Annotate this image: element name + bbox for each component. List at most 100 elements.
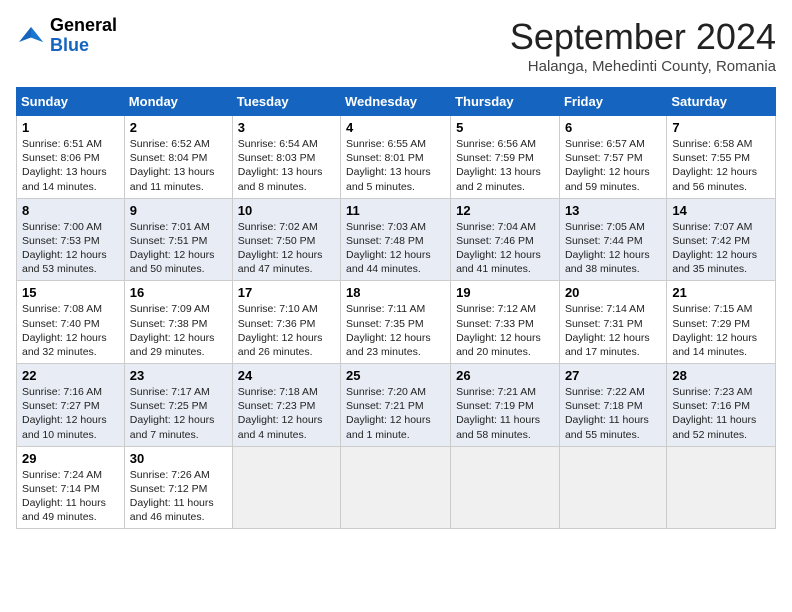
day-info: Sunrise: 7:26 AMSunset: 7:12 PMDaylight:… (130, 469, 214, 524)
calendar-cell: 18 Sunrise: 7:11 AMSunset: 7:35 PMDayligh… (341, 281, 451, 364)
calendar-cell: 24 Sunrise: 7:18 AMSunset: 7:23 PMDayligh… (232, 364, 340, 447)
page-header: General Blue September 2024 Halanga, Meh… (16, 16, 776, 75)
day-info: Sunrise: 7:10 AMSunset: 7:36 PMDaylight:… (238, 303, 323, 358)
day-info: Sunrise: 7:08 AMSunset: 7:40 PMDaylight:… (22, 303, 107, 358)
day-number: 10 (238, 203, 335, 218)
calendar-cell (667, 446, 776, 529)
calendar-cell: 20Sunrise: 7:14 AMSunset: 7:31 PMDayligh… (559, 281, 666, 364)
day-number: 15 (22, 285, 119, 300)
calendar-cell: 28Sunrise: 7:23 AMSunset: 7:16 PMDayligh… (667, 364, 776, 447)
day-info: Sunrise: 6:54 AMSunset: 8:03 PMDaylight:… (238, 138, 323, 193)
weekday-header-friday: Friday (559, 88, 666, 116)
day-info: Sunrise: 7:24 AMSunset: 7:14 PMDaylight:… (22, 469, 106, 524)
day-info: Sunrise: 7:11 AMSunset: 7:35 PMDaylight:… (346, 303, 431, 358)
day-info: Sunrise: 6:57 AMSunset: 7:57 PMDaylight:… (565, 138, 650, 193)
day-number: 26 (456, 368, 554, 383)
calendar-cell: 1Sunrise: 6:51 AMSunset: 8:06 PMDaylight… (17, 116, 125, 199)
day-info: Sunrise: 7:12 AMSunset: 7:33 PMDaylight:… (456, 303, 541, 358)
day-number: 30 (130, 451, 227, 466)
day-info: Sunrise: 7:22 AMSunset: 7:18 PMDaylight:… (565, 386, 649, 441)
location: Halanga, Mehedinti County, Romania (510, 58, 776, 75)
day-number: 23 (130, 368, 227, 383)
day-number: 19 (456, 285, 554, 300)
day-number: 27 (565, 368, 661, 383)
day-number: 12 (456, 203, 554, 218)
weekday-header-row: SundayMondayTuesdayWednesdayThursdayFrid… (17, 88, 776, 116)
day-number: 29 (22, 451, 119, 466)
day-info: Sunrise: 7:16 AMSunset: 7:27 PMDaylight:… (22, 386, 107, 441)
day-number: 24 (238, 368, 335, 383)
calendar-cell: 11Sunrise: 7:03 AMSunset: 7:48 PMDayligh… (341, 198, 451, 281)
calendar-cell: 14 Sunrise: 7:07 AMSunset: 7:42 PMDayligh… (667, 198, 776, 281)
calendar-cell: 22 Sunrise: 7:16 AMSunset: 7:27 PMDayligh… (17, 364, 125, 447)
day-info: Sunrise: 7:01 AMSunset: 7:51 PMDaylight:… (130, 221, 215, 276)
calendar-cell: 7 Sunrise: 6:58 AMSunset: 7:55 PMDaylight… (667, 116, 776, 199)
calendar-cell: 2Sunrise: 6:52 AMSunset: 8:04 PMDaylight… (124, 116, 232, 199)
calendar-cell: 26 Sunrise: 7:21 AMSunset: 7:19 PMDayligh… (451, 364, 560, 447)
logo-icon (16, 21, 46, 51)
logo: General Blue (16, 16, 117, 56)
day-info: Sunrise: 7:15 AMSunset: 7:29 PMDaylight:… (672, 303, 757, 358)
calendar-cell: 6 Sunrise: 6:57 AMSunset: 7:57 PMDaylight… (559, 116, 666, 199)
day-info: Sunrise: 7:20 AMSunset: 7:21 PMDaylight:… (346, 386, 431, 441)
day-info: Sunrise: 7:05 AMSunset: 7:44 PMDaylight:… (565, 221, 650, 276)
day-number: 16 (130, 285, 227, 300)
title-block: September 2024 Halanga, Mehedinti County… (510, 16, 776, 75)
day-info: Sunrise: 7:21 AMSunset: 7:19 PMDaylight:… (456, 386, 540, 441)
calendar-cell (559, 446, 666, 529)
day-info: Sunrise: 7:18 AMSunset: 7:23 PMDaylight:… (238, 386, 323, 441)
day-number: 5 (456, 120, 554, 135)
day-number: 3 (238, 120, 335, 135)
day-info: Sunrise: 6:55 AMSunset: 8:01 PMDaylight:… (346, 138, 431, 193)
day-info: Sunrise: 7:00 AMSunset: 7:53 PMDaylight:… (22, 221, 107, 276)
day-info: Sunrise: 6:52 AMSunset: 8:04 PMDaylight:… (130, 138, 215, 193)
weekday-header-monday: Monday (124, 88, 232, 116)
day-info: Sunrise: 6:56 AMSunset: 7:59 PMDaylight:… (456, 138, 541, 193)
day-info: Sunrise: 7:07 AMSunset: 7:42 PMDaylight:… (672, 221, 757, 276)
day-number: 9 (130, 203, 227, 218)
calendar-table: SundayMondayTuesdayWednesdayThursdayFrid… (16, 87, 776, 529)
month-title: September 2024 (510, 16, 776, 58)
calendar-cell: 9 Sunrise: 7:01 AMSunset: 7:51 PMDaylight… (124, 198, 232, 281)
day-number: 6 (565, 120, 661, 135)
day-number: 18 (346, 285, 445, 300)
calendar-cell: 5 Sunrise: 6:56 AMSunset: 7:59 PMDaylight… (451, 116, 560, 199)
calendar-cell: 13 Sunrise: 7:05 AMSunset: 7:44 PMDayligh… (559, 198, 666, 281)
day-number: 22 (22, 368, 119, 383)
day-number: 13 (565, 203, 661, 218)
calendar-cell (451, 446, 560, 529)
calendar-week-row: 22 Sunrise: 7:16 AMSunset: 7:27 PMDayligh… (17, 364, 776, 447)
calendar-cell: 4Sunrise: 6:55 AMSunset: 8:01 PMDaylight… (341, 116, 451, 199)
calendar-week-row: 29 Sunrise: 7:24 AMSunset: 7:14 PMDayligh… (17, 446, 776, 529)
day-info: Sunrise: 6:58 AMSunset: 7:55 PMDaylight:… (672, 138, 757, 193)
weekday-header-tuesday: Tuesday (232, 88, 340, 116)
day-number: 7 (672, 120, 770, 135)
calendar-cell: 3 Sunrise: 6:54 AMSunset: 8:03 PMDaylight… (232, 116, 340, 199)
calendar-cell: 19 Sunrise: 7:12 AMSunset: 7:33 PMDayligh… (451, 281, 560, 364)
logo-text: General Blue (50, 16, 117, 56)
calendar-week-row: 1Sunrise: 6:51 AMSunset: 8:06 PMDaylight… (17, 116, 776, 199)
day-number: 17 (238, 285, 335, 300)
day-number: 20 (565, 285, 661, 300)
day-number: 21 (672, 285, 770, 300)
weekday-header-sunday: Sunday (17, 88, 125, 116)
day-info: Sunrise: 7:04 AMSunset: 7:46 PMDaylight:… (456, 221, 541, 276)
calendar-cell: 12 Sunrise: 7:04 AMSunset: 7:46 PMDayligh… (451, 198, 560, 281)
calendar-cell: 29 Sunrise: 7:24 AMSunset: 7:14 PMDayligh… (17, 446, 125, 529)
weekday-header-wednesday: Wednesday (341, 88, 451, 116)
day-info: Sunrise: 6:51 AMSunset: 8:06 PMDaylight:… (22, 138, 107, 193)
day-number: 28 (672, 368, 770, 383)
day-info: Sunrise: 7:03 AMSunset: 7:48 PMDaylight:… (346, 221, 431, 276)
calendar-cell: 8Sunrise: 7:00 AMSunset: 7:53 PMDaylight… (17, 198, 125, 281)
calendar-cell: 21 Sunrise: 7:15 AMSunset: 7:29 PMDayligh… (667, 281, 776, 364)
calendar-cell (341, 446, 451, 529)
calendar-cell (232, 446, 340, 529)
calendar-week-row: 15 Sunrise: 7:08 AMSunset: 7:40 PMDayligh… (17, 281, 776, 364)
day-info: Sunrise: 7:09 AMSunset: 7:38 PMDaylight:… (130, 303, 215, 358)
day-number: 25 (346, 368, 445, 383)
day-number: 14 (672, 203, 770, 218)
calendar-cell: 15 Sunrise: 7:08 AMSunset: 7:40 PMDayligh… (17, 281, 125, 364)
calendar-cell: 27 Sunrise: 7:22 AMSunset: 7:18 PMDayligh… (559, 364, 666, 447)
calendar-cell: 16 Sunrise: 7:09 AMSunset: 7:38 PMDayligh… (124, 281, 232, 364)
day-info: Sunrise: 7:02 AMSunset: 7:50 PMDaylight:… (238, 221, 323, 276)
